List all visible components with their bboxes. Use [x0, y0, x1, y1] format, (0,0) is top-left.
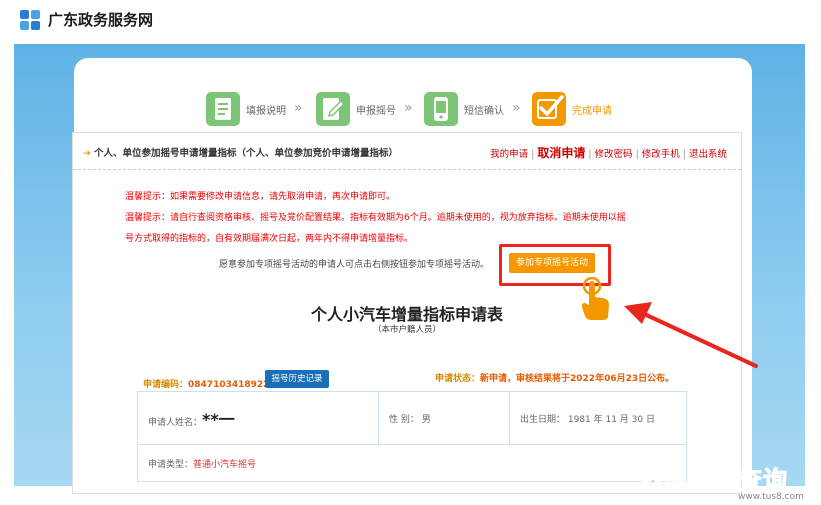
applicant-name-cell: 申请人姓名：**一 [137, 391, 379, 445]
my-application-link[interactable]: 我的申请 [490, 149, 528, 160]
birth-date-cell: 出生日期： 1981 年 11 月 30 日 [509, 391, 687, 445]
special-lottery-hint: 愿意参加专项摇号活动的申请人可点击右侧按钮参加专项摇号活动。 [219, 260, 490, 270]
checkmark-icon [532, 92, 566, 126]
gender-cell: 性 别： 男 [378, 391, 510, 445]
table-row: 申请类型：普通小汽车摇号 [137, 444, 687, 482]
cancel-application-link[interactable]: 取消申请 [537, 146, 585, 160]
application-code: 申请编码：0847103418922 [143, 380, 270, 390]
change-phone-link[interactable]: 修改手机 [642, 149, 680, 160]
panel-title: ➜ 个人、单位参加摇号申请增量指标（个人、单位参加竞价申请增量指标） [83, 148, 398, 159]
change-password-link[interactable]: 修改密码 [595, 149, 633, 160]
chevron-right-icon: » [294, 100, 303, 116]
red-pointer-arrow [624, 302, 758, 368]
arrow-right-icon: ➜ [83, 148, 91, 159]
top-bar: 广东政务服务网 [0, 0, 821, 40]
application-type-cell: 申请类型：普通小汽车摇号 [137, 444, 687, 482]
logout-link[interactable]: 退出系统 [689, 149, 727, 160]
site-title[interactable]: 广东政务服务网 [48, 9, 153, 30]
guangdong-gov-logo[interactable] [18, 8, 42, 32]
table-row: 申请人姓名：**一 性 别： 男 出生日期： 1981 年 11 月 30 日 [137, 391, 687, 445]
lottery-history-button[interactable]: 摇号历史记录 [265, 370, 329, 388]
chevron-right-icon: » [512, 100, 521, 116]
form-edit-icon [316, 92, 350, 126]
watermark: 深圳地铁查询 www.tus8.com [638, 466, 804, 503]
applicant-info-table: 申请人姓名：**一 性 别： 男 出生日期： 1981 年 11 月 30 日 … [137, 391, 687, 482]
notice-text: 温馨提示：如果需要修改申请信息，请先取消申请，再次申请即可。 温馨提示：请自行查… [125, 192, 626, 244]
panel-header: ➜ 个人、单位参加摇号申请增量指标（个人、单位参加竞价申请增量指标） 我的申请 | 取… [73, 133, 741, 170]
phone-icon [424, 92, 458, 126]
chevron-right-icon: » [404, 100, 413, 116]
step-complete: 完成申请 [532, 88, 662, 132]
account-links: 我的申请 | 取消申请 | 修改密码 | 修改手机 | 退出系统 [490, 146, 727, 160]
form-doc-icon [206, 92, 240, 126]
